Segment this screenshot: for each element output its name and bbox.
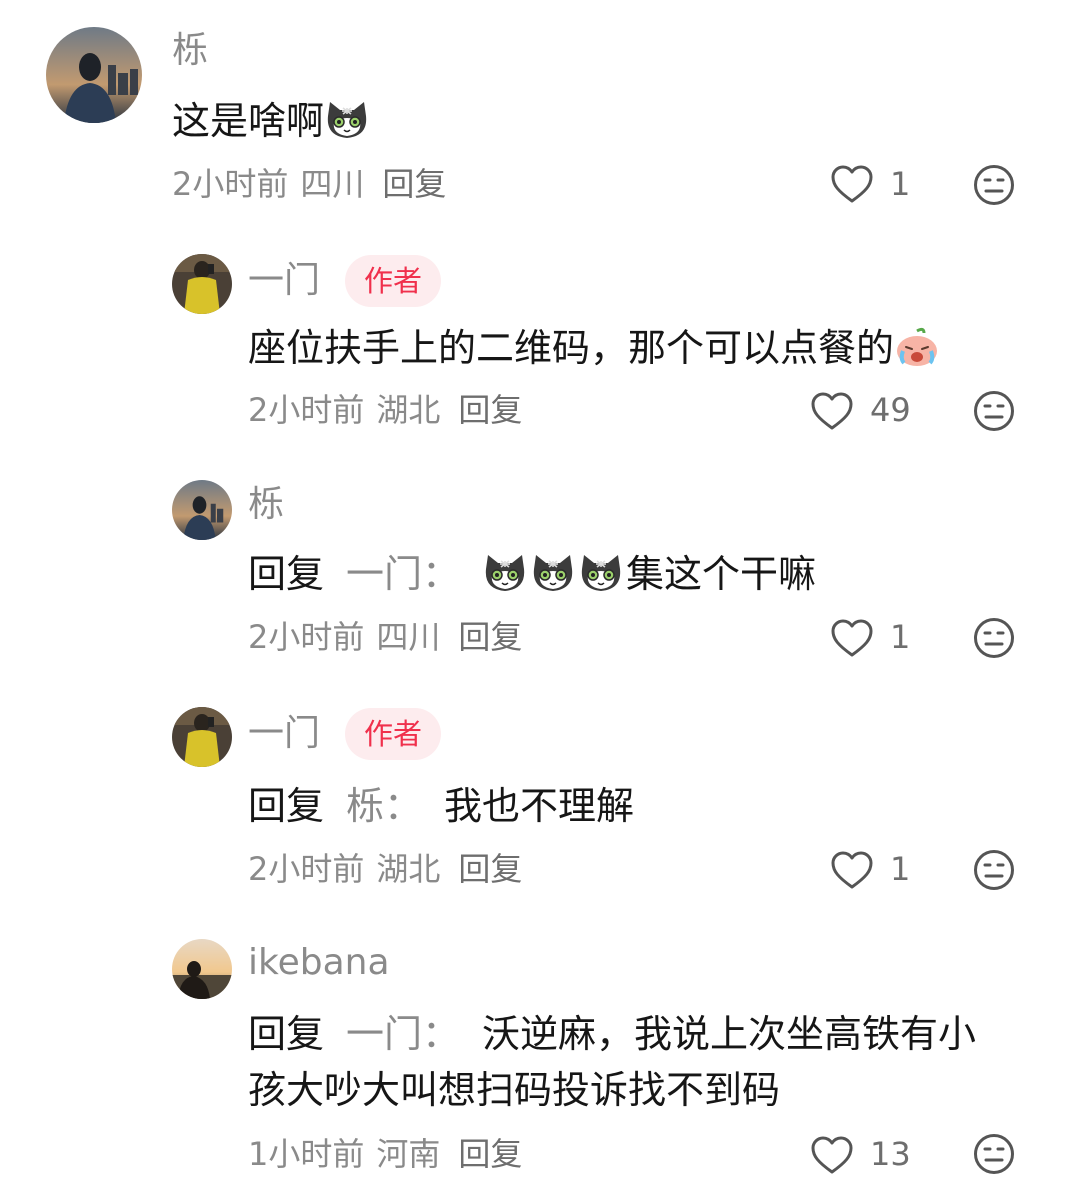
comment-text-continuation: 孩大吵大叫想扫码投诉找不到码 <box>248 1062 780 1118</box>
reply-prefix: 回复 <box>248 552 325 596</box>
comment-meta: 2小时前 湖北 回复 <box>248 849 522 889</box>
reply-colon: ： <box>384 784 423 828</box>
author-badge: 作者 <box>345 255 441 307</box>
like-count: 1 <box>890 618 911 656</box>
timestamp: 2小时前 <box>248 618 365 656</box>
comment-meta: 2小时前 四川 回复 <box>172 164 446 204</box>
reply-target-username[interactable]: 一门 <box>346 1012 422 1056</box>
username[interactable]: 栎 <box>248 485 284 525</box>
reply-button[interactable]: 回复 <box>458 391 522 429</box>
comment-text-body: 座位扶手上的二维码，那个可以点餐的 <box>248 326 895 370</box>
meh-face-icon[interactable] <box>973 849 1015 891</box>
like-count: 13 <box>870 1135 911 1173</box>
avatar[interactable] <box>46 27 142 123</box>
timestamp: 2小时前 <box>248 850 365 888</box>
comment-text-body: 这是啥啊 <box>172 99 325 143</box>
comment-text-body: 集这个干嘛 <box>626 552 817 596</box>
location: 四川 <box>376 618 441 656</box>
heart-icon[interactable] <box>830 164 874 204</box>
timestamp: 1小时前 <box>248 1135 365 1173</box>
comment-text: 回复 一门： 沃逆麻，我说上次坐高铁有小 <box>248 1006 976 1062</box>
meh-face-icon[interactable] <box>973 1133 1015 1175</box>
heart-icon[interactable] <box>810 1135 854 1175</box>
comment-meta: 1小时前 河南 回复 <box>248 1134 522 1174</box>
timestamp: 2小时前 <box>172 165 289 203</box>
meh-face-icon[interactable] <box>973 164 1015 206</box>
avatar[interactable] <box>172 480 232 540</box>
username[interactable]: ikebana <box>248 943 390 983</box>
cat-emoji <box>327 101 367 139</box>
like-count: 1 <box>890 850 911 888</box>
cat-emoji <box>581 554 622 592</box>
cat-emoji <box>485 554 526 592</box>
meh-face-icon[interactable] <box>973 617 1015 659</box>
comment-meta: 2小时前 四川 回复 <box>248 617 522 657</box>
like-count: 1 <box>890 165 911 203</box>
username[interactable]: 一门 <box>248 714 320 754</box>
reply-button[interactable]: 回复 <box>382 165 446 203</box>
reply-colon: ： <box>422 1012 461 1056</box>
avatar[interactable] <box>172 707 232 767</box>
cat-emoji <box>533 554 574 592</box>
heart-icon[interactable] <box>830 618 874 658</box>
avatar[interactable] <box>172 254 232 314</box>
location: 四川 <box>300 165 365 203</box>
timestamp: 2小时前 <box>248 391 365 429</box>
comment-meta: 2小时前 湖北 回复 <box>248 390 522 430</box>
comment-text: 回复 一门： 集这个干嘛 <box>248 546 816 602</box>
reply-target-username[interactable]: 一门 <box>346 552 422 596</box>
author-badge: 作者 <box>345 708 441 760</box>
location: 湖北 <box>376 850 441 888</box>
location: 河南 <box>376 1135 441 1173</box>
comment-text: 座位扶手上的二维码，那个可以点餐的 <box>248 320 942 376</box>
heart-icon[interactable] <box>830 850 874 890</box>
reply-button[interactable]: 回复 <box>458 850 522 888</box>
comment-text-body: 我也不理解 <box>444 784 635 828</box>
comment-text-line1: 沃逆麻，我说上次坐高铁有小 <box>482 1012 977 1056</box>
location: 湖北 <box>376 391 441 429</box>
reply-button[interactable]: 回复 <box>458 1135 522 1173</box>
comment-text-line2: 孩大吵大叫想扫码投诉找不到码 <box>248 1068 781 1112</box>
reply-button[interactable]: 回复 <box>458 618 522 656</box>
comment-text: 回复 栎： 我也不理解 <box>248 778 634 834</box>
username[interactable]: 栎 <box>172 31 208 71</box>
like-count: 49 <box>870 391 911 429</box>
meh-face-icon[interactable] <box>973 390 1015 432</box>
reply-colon: ： <box>422 552 461 596</box>
heart-icon[interactable] <box>810 391 854 431</box>
reply-prefix: 回复 <box>248 784 325 828</box>
reply-target-username[interactable]: 栎 <box>346 784 384 828</box>
username[interactable]: 一门 <box>248 261 320 301</box>
peach-crying-emoji <box>897 327 938 366</box>
comment-text: 这是啥啊 <box>172 93 372 149</box>
avatar[interactable] <box>172 939 232 999</box>
reply-prefix: 回复 <box>248 1012 325 1056</box>
